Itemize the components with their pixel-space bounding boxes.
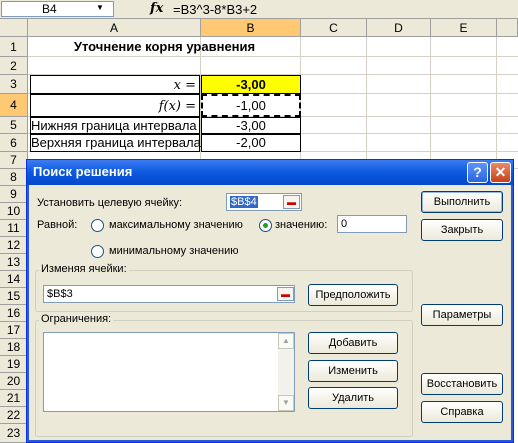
changing-cells-label: Изменяя ячейки:	[39, 263, 129, 275]
target-cell-value: $B$4	[230, 196, 258, 208]
row-header[interactable]: 2	[0, 57, 28, 75]
column-header-f[interactable]	[497, 19, 518, 37]
changing-cells-input[interactable]: $B$3	[43, 285, 295, 303]
collapse-dialog-icon[interactable]: ▬	[277, 287, 294, 301]
function-icon[interactable]: fx	[150, 1, 163, 16]
scroll-down-icon[interactable]: ▼	[278, 395, 294, 411]
close-icon[interactable]: ✕	[490, 162, 511, 183]
x-label: x =	[173, 78, 196, 93]
close-dialog-button[interactable]: Закрыть	[421, 219, 503, 241]
row-header[interactable]: 17	[0, 322, 28, 339]
row-header[interactable]: 22	[0, 407, 28, 424]
row-header[interactable]: 20	[0, 373, 28, 390]
formula-bar: B4 ▼ fx =B3^3-8*B3+2	[0, 0, 518, 19]
dialog-title: Поиск решения	[33, 164, 133, 179]
delete-constraint-button[interactable]: Удалить	[308, 387, 398, 409]
max-radio-label[interactable]: максимальному значению	[109, 219, 243, 231]
name-box-value: B4	[42, 2, 57, 16]
lower-bound-label: Нижняя граница интервала	[30, 117, 200, 134]
row-header[interactable]: 6	[0, 134, 28, 152]
options-button[interactable]: Параметры	[421, 304, 503, 326]
value-radio[interactable]	[259, 219, 272, 232]
x-value-cell[interactable]: -3,00	[201, 75, 301, 94]
select-all-corner[interactable]	[0, 19, 28, 37]
help-title-button[interactable]: ?	[467, 162, 488, 183]
sheet-title: Уточнение корня уравнения	[73, 39, 256, 54]
row-header[interactable]: 10	[0, 203, 28, 220]
change-constraint-button[interactable]: Изменить	[308, 360, 398, 382]
row-header[interactable]: 8	[0, 169, 28, 186]
upper-bound-value[interactable]: -2,00	[201, 134, 301, 152]
gridline	[28, 56, 518, 57]
guess-button[interactable]: Предположить	[308, 284, 398, 306]
column-header-e[interactable]: E	[431, 19, 497, 37]
column-header-c[interactable]: C	[301, 19, 367, 37]
row-header[interactable]: 1	[0, 37, 28, 57]
collapse-dialog-icon[interactable]: ▬	[283, 195, 300, 209]
row-header[interactable]: 11	[0, 220, 28, 237]
constraints-scrollbar[interactable]: ▲ ▼	[278, 333, 294, 411]
help-button[interactable]: Справка	[421, 401, 503, 423]
column-header-d[interactable]: D	[367, 19, 431, 37]
row-header[interactable]: 9	[0, 186, 28, 203]
upper-bound-label: Верхняя граница интервала	[30, 134, 201, 152]
equal-to-label: Равной:	[37, 219, 78, 231]
row-header[interactable]: 7	[0, 152, 28, 169]
fx-label: f(x) =	[158, 99, 196, 114]
name-box-dropdown-icon[interactable]: ▼	[96, 3, 104, 12]
value-radio-label[interactable]: значению:	[275, 219, 327, 231]
row-header[interactable]: 14	[0, 271, 28, 288]
target-cell-label: Установить целевую ячейку:	[37, 197, 183, 209]
constraints-label: Ограничения:	[39, 313, 114, 325]
fx-value-cell[interactable]: -1,00	[201, 94, 301, 117]
row-header[interactable]: 19	[0, 356, 28, 373]
row-header[interactable]: 21	[0, 390, 28, 407]
row-header[interactable]: 13	[0, 254, 28, 271]
solve-button[interactable]: Выполнить	[421, 191, 503, 213]
dialog-titlebar[interactable]: Поиск решения ? ✕	[27, 160, 513, 185]
x-label-cell: x =	[30, 75, 200, 94]
reset-button[interactable]: Восстановить	[421, 373, 503, 395]
row-header[interactable]: 12	[0, 237, 28, 254]
constraints-list[interactable]: ▲ ▼	[43, 332, 295, 412]
min-radio[interactable]	[91, 245, 104, 258]
min-radio-label[interactable]: минимальному значению	[109, 245, 239, 257]
add-constraint-button[interactable]: Добавить	[308, 332, 398, 354]
row-header[interactable]: 16	[0, 305, 28, 322]
row-header[interactable]: 5	[0, 117, 28, 134]
row-header[interactable]: 3	[0, 75, 28, 94]
column-header-a[interactable]: A	[28, 19, 201, 37]
scroll-up-icon[interactable]: ▲	[278, 333, 294, 349]
solver-dialog: Поиск решения ? ✕ Установить целевую яче…	[26, 159, 514, 443]
max-radio[interactable]	[91, 219, 104, 232]
column-header-b[interactable]: B	[201, 19, 301, 37]
row-header[interactable]: 23	[0, 424, 28, 443]
formula-input[interactable]: =B3^3-8*B3+2	[173, 2, 257, 17]
value-input[interactable]: 0	[337, 215, 407, 233]
lower-bound-value[interactable]: -3,00	[201, 117, 301, 134]
fx-label-cell: f(x) =	[30, 94, 200, 117]
row-header[interactable]: 18	[0, 339, 28, 356]
row-header[interactable]: 15	[0, 288, 28, 305]
row-header[interactable]: 4	[0, 94, 28, 117]
